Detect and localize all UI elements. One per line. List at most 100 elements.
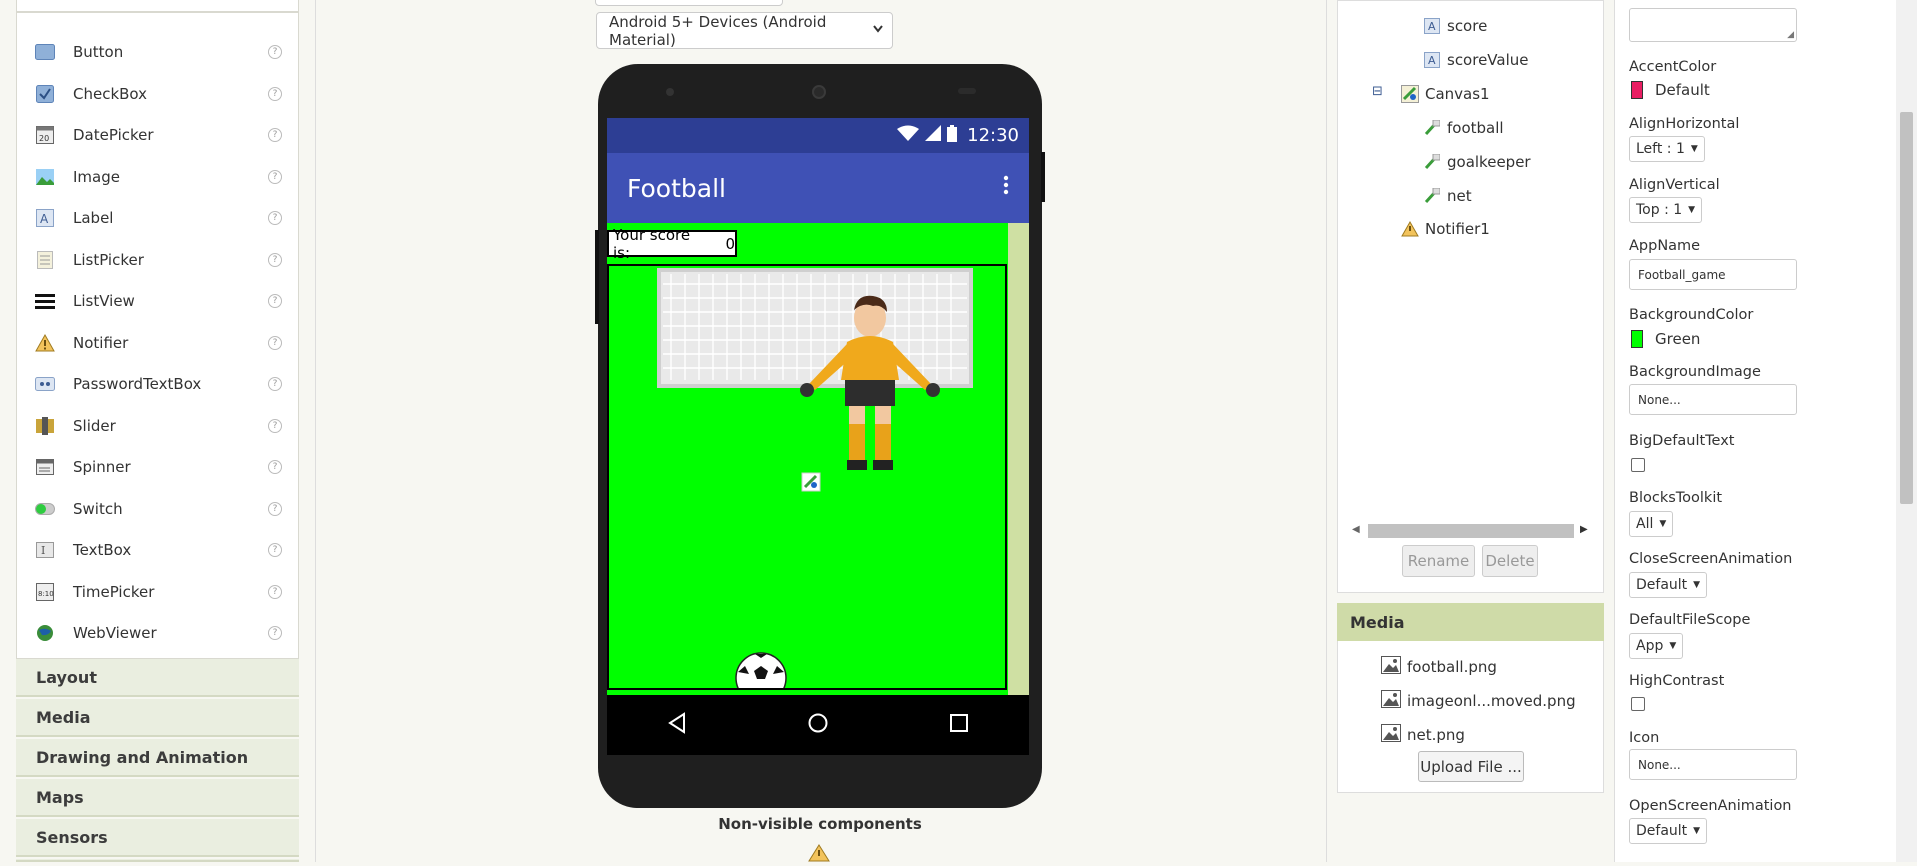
upload-file-button[interactable]: Upload File ... — [1418, 751, 1524, 782]
appname-input[interactable]: Football_game — [1629, 259, 1797, 290]
palette-item-label[interactable]: A Label ? — [17, 197, 298, 238]
palette-category-media[interactable]: Media — [16, 699, 299, 737]
help-icon[interactable]: ? — [268, 584, 282, 599]
help-icon[interactable]: ? — [268, 293, 282, 308]
device-size-select[interactable]: Android 5+ Devices (Android Material) — [596, 12, 893, 49]
resize-handle-icon[interactable]: ◢ — [1787, 30, 1794, 40]
palette-item-label: Button — [73, 42, 124, 61]
score-arrangement[interactable]: Your score is: 0 — [607, 226, 737, 262]
bigdefaulttext-checkbox[interactable] — [1631, 458, 1645, 472]
home-icon[interactable] — [807, 712, 829, 738]
prop-label: HighContrast — [1629, 673, 1725, 689]
page-vertical-scrollbar[interactable] — [1896, 0, 1917, 862]
backgroundcolor-picker[interactable]: Green — [1631, 330, 1700, 348]
aboutscreen-textarea[interactable]: ◢ — [1629, 8, 1797, 42]
palette-item-timepicker[interactable]: 8:10 TimePicker ? — [17, 571, 298, 612]
palette-item-textbox[interactable]: I TextBox ? — [17, 529, 298, 570]
palette-item-passwordtextbox[interactable]: PasswordTextBox ? — [17, 363, 298, 404]
tree-horizontal-scrollbar[interactable]: ◀ ▶ — [1352, 522, 1592, 539]
prop-label: AppName — [1629, 238, 1701, 254]
tree-item-canvas1[interactable]: Canvas1 — [1401, 85, 1490, 103]
palette-category-sensors[interactable]: Sensors — [16, 819, 299, 857]
closescreenanimation-dropdown[interactable]: Default ▼ — [1629, 572, 1708, 598]
palette-item-switch[interactable]: Switch ? — [17, 488, 298, 529]
tree-item-goalkeeper[interactable]: goalkeeper — [1423, 153, 1531, 171]
help-icon[interactable]: ? — [268, 459, 282, 474]
highcontrast-checkbox[interactable] — [1631, 697, 1645, 711]
scroll-thumb[interactable] — [1368, 524, 1574, 538]
prop-label: AlignVertical — [1629, 177, 1720, 193]
palette-item-listview[interactable]: ListView ? — [17, 280, 298, 321]
palette-item-button[interactable]: Button ? — [17, 31, 298, 72]
help-icon[interactable]: ? — [268, 210, 282, 225]
media-file-football[interactable]: football.png — [1381, 656, 1497, 678]
help-icon[interactable]: ? — [268, 376, 282, 391]
palette-item-image[interactable]: Image ? — [17, 156, 298, 197]
defaultfilescope-dropdown[interactable]: App ▼ — [1629, 633, 1684, 659]
help-icon[interactable]: ? — [268, 252, 282, 267]
goalkeeper-sprite[interactable] — [795, 294, 945, 480]
palette-item-notifier[interactable]: Notifier ? — [17, 322, 298, 363]
alignhorizontal-dropdown[interactable]: Left : 1 ▼ — [1629, 136, 1705, 162]
rename-button[interactable]: Rename — [1402, 545, 1475, 577]
screen-select[interactable] — [595, 0, 783, 6]
tree-item-football[interactable]: football — [1423, 119, 1504, 137]
media-file-net[interactable]: net.png — [1381, 724, 1465, 746]
prop-value: All — [1636, 516, 1654, 532]
tree-item-scorevalue[interactable]: A scoreValue — [1423, 51, 1529, 69]
prop-value: Default — [1655, 81, 1710, 99]
overflow-menu-icon[interactable] — [1003, 175, 1009, 195]
palette-item-spinner[interactable]: Spinner ? — [17, 446, 298, 487]
dropdown-arrow-icon: ▼ — [1693, 826, 1701, 836]
palette-category-layout[interactable]: Layout — [16, 659, 299, 697]
football-ball[interactable] — [735, 652, 787, 688]
delete-button[interactable]: Delete — [1482, 545, 1538, 577]
help-icon[interactable]: ? — [268, 169, 282, 184]
imagesprite-icon — [1423, 119, 1441, 137]
icon-picker[interactable]: None... — [1629, 749, 1797, 780]
help-icon[interactable]: ? — [268, 625, 282, 640]
backgroundimage-picker[interactable]: None... — [1629, 384, 1797, 415]
back-icon[interactable] — [667, 712, 687, 738]
palette-item-checkbox[interactable]: CheckBox ? — [17, 73, 298, 114]
palette-item-label: Spinner — [73, 457, 131, 476]
notifier-icon — [1401, 220, 1419, 238]
svg-text:A: A — [1428, 54, 1436, 67]
tree-item-net[interactable]: net — [1423, 187, 1472, 205]
battery-icon — [947, 124, 958, 147]
scroll-left-icon[interactable]: ◀ — [1352, 524, 1360, 535]
help-icon[interactable]: ? — [268, 335, 282, 350]
help-icon[interactable]: ? — [268, 501, 282, 516]
palette-category-drawing-animation[interactable]: Drawing and Animation — [16, 739, 299, 777]
alignvertical-dropdown[interactable]: Top : 1 ▼ — [1629, 197, 1703, 223]
palette-item-label: ListView — [73, 291, 135, 310]
blockstoolkit-dropdown[interactable]: All ▼ — [1629, 511, 1674, 537]
notifier-icon[interactable] — [808, 844, 830, 866]
score-value: 0 — [725, 234, 735, 253]
media-file-image[interactable]: imageonl...moved.png — [1381, 690, 1576, 712]
help-icon[interactable]: ? — [268, 86, 282, 101]
media-title: Media — [1337, 603, 1604, 641]
openscreenanimation-dropdown[interactable]: Default ▼ — [1629, 818, 1708, 844]
scroll-right-icon[interactable]: ▶ — [1580, 524, 1588, 535]
listpicker-icon — [35, 250, 55, 270]
tree-item-notifier1[interactable]: Notifier1 — [1401, 220, 1490, 238]
help-icon[interactable]: ? — [268, 44, 282, 59]
accentcolor-picker[interactable]: Default — [1631, 81, 1710, 99]
palette-item-listpicker[interactable]: ListPicker ? — [17, 239, 298, 280]
help-icon[interactable]: ? — [268, 127, 282, 142]
palette-item-slider[interactable]: Slider ? — [17, 405, 298, 446]
football-sprite-marker[interactable] — [801, 472, 821, 492]
palette-category-maps[interactable]: Maps — [16, 779, 299, 817]
palette-item-datepicker[interactable]: 20 DatePicker ? — [17, 114, 298, 155]
palette-item-webviewer[interactable]: WebViewer ? — [17, 612, 298, 653]
tree-item-score[interactable]: A score — [1423, 17, 1487, 35]
scroll-thumb[interactable] — [1900, 112, 1913, 504]
dropdown-arrow-icon: ▼ — [1690, 144, 1698, 154]
help-icon[interactable]: ? — [268, 542, 282, 557]
chevron-down-icon — [872, 22, 884, 38]
help-icon[interactable]: ? — [268, 418, 282, 433]
collapse-icon[interactable]: ⊟ — [1372, 84, 1383, 99]
recents-icon[interactable] — [949, 713, 969, 737]
canvas-component[interactable] — [607, 264, 1007, 690]
